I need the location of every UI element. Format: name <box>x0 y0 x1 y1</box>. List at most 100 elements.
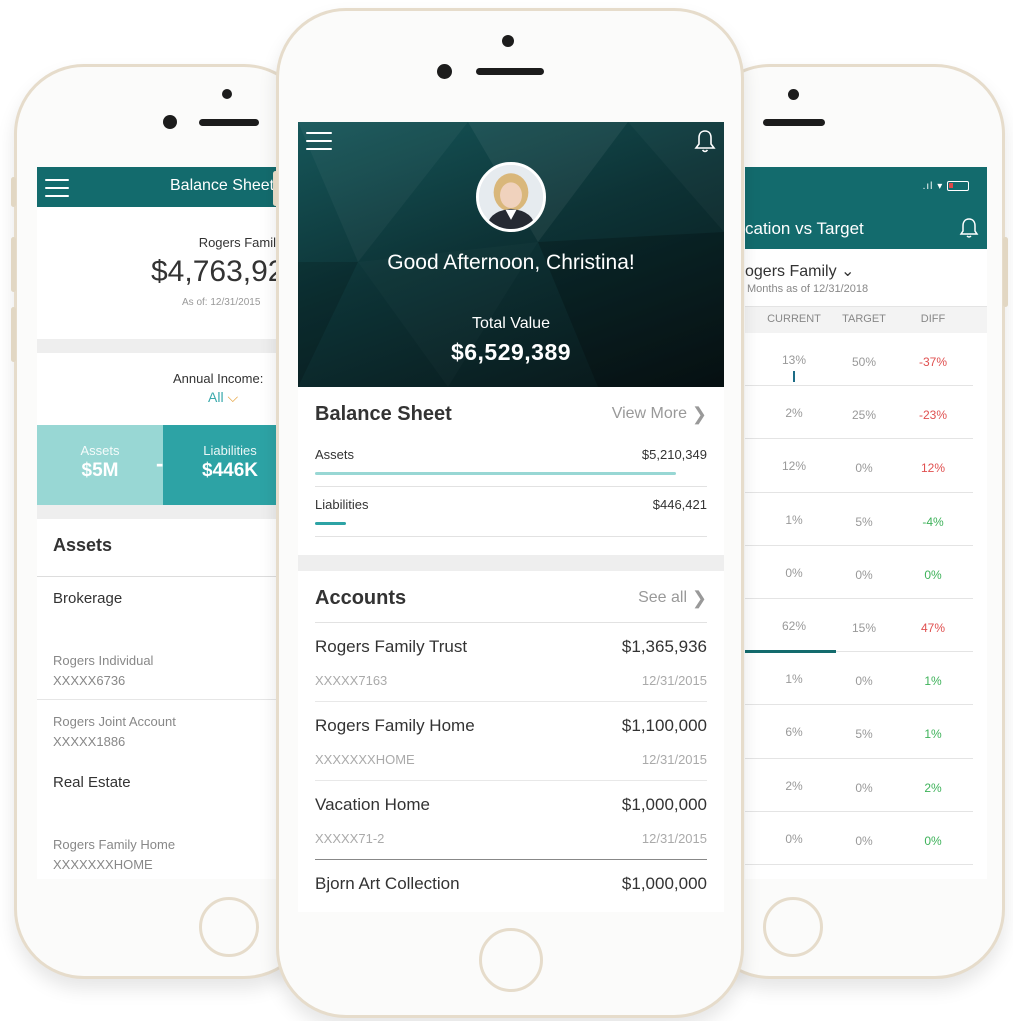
annual-income: Annual Income: All ⌵ <box>37 353 297 425</box>
bell-icon[interactable] <box>694 128 716 154</box>
account-name: Rogers Family Home <box>53 837 176 852</box>
current-cell: 62% <box>781 618 807 633</box>
table-row[interactable]: 1% 0% 1% <box>745 652 973 706</box>
home-button[interactable] <box>763 897 823 957</box>
page-title: cation vs Target <box>745 219 864 238</box>
income-filter-dropdown[interactable]: All ⌵ <box>208 389 238 406</box>
sensor-dot <box>788 89 799 100</box>
diff-cell: 47% <box>920 620 946 635</box>
diff-cell: 2% <box>924 780 942 795</box>
center-screen: Good Afternoon, Christina! Total Value $… <box>298 122 724 912</box>
mute-switch <box>273 171 278 206</box>
liabilities-row[interactable]: Liabilities $446,421 <box>315 487 707 537</box>
account-name: Bjorn Art Collection <box>315 874 460 893</box>
current-cell: 2% <box>785 406 803 421</box>
target-cell: 15% <box>851 620 877 635</box>
home-button[interactable] <box>199 897 259 957</box>
filter-bar: ogers Family ⌄ Months as of 12/31/2018 <box>745 249 987 307</box>
current-cell: 1% <box>785 672 803 687</box>
target-cell: 50% <box>851 355 877 369</box>
home-button[interactable] <box>479 928 543 992</box>
target-cell: 0% <box>855 780 873 795</box>
assets-row[interactable]: Assets $5,210,349 <box>315 437 707 487</box>
total-value-label: Total Value <box>472 315 550 332</box>
right-screen: .ıl ▾ cation vs Target ogers Family ⌄ Mo… <box>745 167 987 879</box>
target-cell: 25% <box>851 408 877 423</box>
wifi-icon: ▾ <box>937 181 944 192</box>
speaker-grille <box>763 119 825 126</box>
see-all-link[interactable]: See all <box>638 589 687 607</box>
table-row[interactable]: 1% 5% -4% <box>745 493 973 546</box>
current-cell: 13% <box>781 353 807 367</box>
account-row[interactable]: Rogers Family Trust $1,365,936 XXXXX7163… <box>315 623 707 702</box>
assets-value: $5,210,349 <box>641 447 707 462</box>
speaker-grille <box>476 68 544 75</box>
table-row[interactable]: 2% 25% -23% <box>745 386 973 440</box>
assets-liabilities-split: Assets $5M Liabilities $446K - <box>37 425 297 505</box>
bell-icon[interactable] <box>959 217 979 239</box>
diff-cell: 0% <box>924 567 942 582</box>
sensor-dot <box>502 35 514 47</box>
signal-icon: .ıl <box>922 181 934 192</box>
chevron-down-icon: ⌵ <box>227 389 239 405</box>
target-cell: 0% <box>855 567 873 582</box>
liabilities-value: $446,421 <box>652 497 707 512</box>
right-phone: .ıl ▾ cation vs Target ogers Family ⌄ Mo… <box>700 64 1008 979</box>
table-row[interactable]: 0% 0% 0% <box>745 546 973 599</box>
target-cell: 0% <box>855 833 873 848</box>
assets-label: Assets <box>315 447 355 462</box>
account-number: XXXXX7163 <box>315 673 388 688</box>
account-number: XXXXX1886 <box>53 734 126 749</box>
account-row[interactable]: Bjorn Art Collection $1,000,000 <box>315 860 707 912</box>
table-row[interactable]: 62% 15% 47% <box>745 599 973 654</box>
volume-down-button <box>11 307 16 362</box>
volume-up-button <box>11 237 16 292</box>
status-bar: .ıl ▾ <box>923 181 969 192</box>
current-cell: 6% <box>785 725 803 740</box>
divider <box>37 339 297 353</box>
balance-sheet-title: Balance Sheet <box>315 403 452 425</box>
sensor-dot <box>222 89 232 99</box>
account-number: XXXXXXXHOME <box>53 857 153 872</box>
table-row[interactable]: 12% 0% 12% <box>745 439 973 493</box>
mockup-stage: Balance Sheet Rogers Family ⌄ $4,763,92 … <box>0 0 1013 1021</box>
view-more-link[interactable]: View More <box>612 405 687 423</box>
family-selector[interactable]: ogers Family ⌄ <box>745 261 854 281</box>
user-portrait-icon <box>479 165 543 229</box>
hamburger-menu-icon[interactable] <box>45 179 69 203</box>
divider <box>37 505 297 519</box>
left-summary: Rogers Family ⌄ $4,763,92 As of: 12/31/2… <box>37 207 297 339</box>
total-value: $4,763,92 <box>151 255 285 288</box>
table-row[interactable]: 2% 0% 2% <box>745 759 973 812</box>
hamburger-menu-icon[interactable] <box>306 132 332 156</box>
liabilities-progress-bar <box>315 522 347 525</box>
chevron-right-icon[interactable]: ❯ <box>692 404 707 425</box>
table-row[interactable]: 0% 0% 0% <box>745 812 973 865</box>
camera-icon <box>437 64 452 79</box>
account-date: 12/31/2015 <box>641 752 707 767</box>
list-item[interactable]: Rogers Individual XXXXX6736 <box>37 639 297 700</box>
category-real-estate[interactable]: Real Estate <box>37 761 297 823</box>
target-cell: 0% <box>855 461 873 476</box>
list-item[interactable]: Rogers Family Home XXXXXXXHOME <box>37 823 297 879</box>
list-item[interactable]: Rogers Joint Account XXXXX1886 <box>37 700 297 761</box>
account-date: 12/31/2015 <box>641 673 707 688</box>
accounts-title: Accounts <box>315 587 407 609</box>
account-row[interactable]: Vacation Home $1,000,000 XXXXX71-2 12/31… <box>315 781 707 860</box>
assets-tile[interactable]: Assets $5M <box>37 425 163 505</box>
account-number: XXXXX6736 <box>53 673 126 688</box>
account-number: XXXXXXXHOME <box>315 752 415 767</box>
table-header: CURRENT TARGET DIFF <box>745 307 987 333</box>
target-cell: 5% <box>855 727 873 742</box>
account-row[interactable]: Rogers Family Home $1,100,000 XXXXXXXHOM… <box>315 702 707 781</box>
chevron-right-icon[interactable]: ❯ <box>692 588 707 609</box>
account-amount: $1,000,000 <box>621 874 707 893</box>
avatar[interactable] <box>476 162 546 232</box>
power-button <box>1003 237 1008 307</box>
table-row[interactable]: 13% 50% -37% <box>745 333 973 387</box>
annual-income-label: Annual Income: <box>173 371 264 386</box>
category-brokerage[interactable]: Brokerage <box>37 577 297 639</box>
table-row[interactable]: 6% 5% 1% <box>745 705 973 759</box>
diff-cell: 0% <box>924 833 942 848</box>
account-amount: $1,000,000 <box>621 795 707 814</box>
